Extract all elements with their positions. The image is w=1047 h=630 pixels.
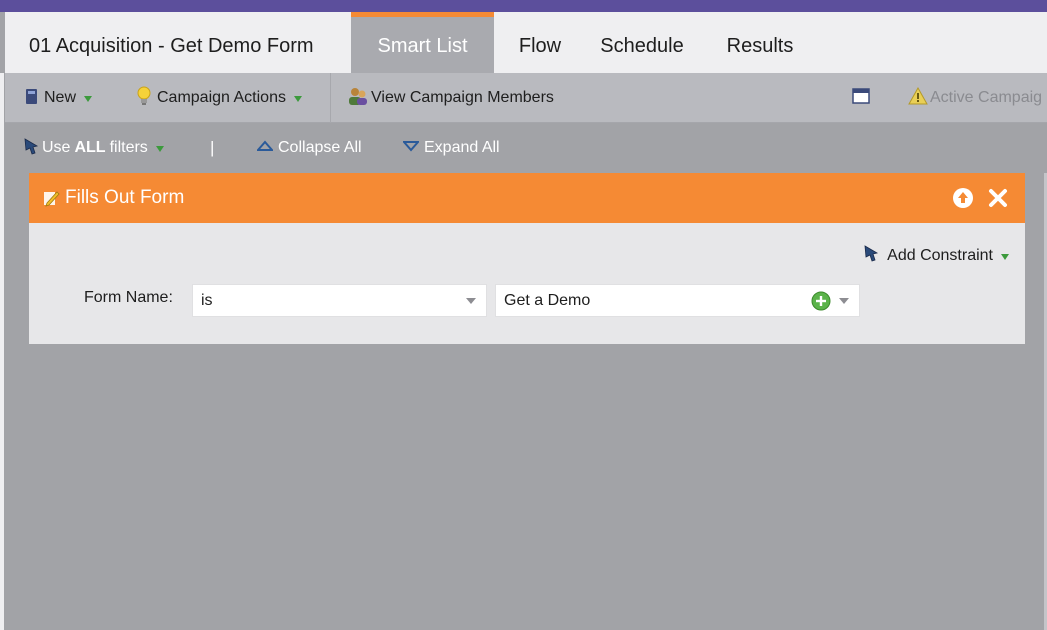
close-icon[interactable] (987, 187, 1009, 214)
expand-all-label: Expand All (424, 139, 500, 156)
use-all-filters-dropdown[interactable]: Use ALL filters (22, 124, 164, 172)
left-edge (0, 73, 4, 630)
expand-icon (401, 139, 421, 157)
tab-smart-list[interactable]: Smart List (351, 12, 494, 73)
campaign-actions-button[interactable]: Campaign Actions (136, 73, 302, 123)
tab-flow[interactable]: Flow (494, 12, 586, 73)
collapse-icon (255, 139, 275, 157)
use-all-suffix: filters (109, 139, 148, 156)
funnel-icon (862, 243, 882, 268)
expand-all-button[interactable]: Expand All (401, 124, 500, 172)
toolbar-divider (330, 73, 331, 123)
tab-bar: 01 Acquisition - Get Demo Form Smart Lis… (5, 12, 1047, 73)
chevron-down-icon (84, 96, 93, 102)
active-campaign-label: Active Campaig (930, 89, 1043, 106)
filter-card-header[interactable]: Fills Out Form (29, 173, 1025, 223)
new-button[interactable]: New (25, 73, 93, 123)
filter-card: Fills Out Form Add Constraint Form Name:… (29, 173, 1025, 344)
chevron-down-icon (466, 298, 476, 304)
campaign-title: 01 Acquisition - Get Demo Form (29, 35, 314, 57)
tab-results[interactable]: Results (698, 12, 822, 73)
form-value: Get a Demo (504, 291, 591, 309)
window-button[interactable] (852, 73, 870, 123)
toolbar: New Campaign Actions View Campaign Membe… (5, 73, 1047, 123)
filter-divider: | (210, 138, 215, 157)
view-campaign-members-label: View Campaign Members (371, 89, 554, 106)
warning-icon (908, 86, 928, 110)
add-constraint-button[interactable]: Add Constraint (862, 243, 1009, 268)
chevron-down-icon (839, 298, 849, 304)
tab-schedule[interactable]: Schedule (586, 12, 698, 73)
chevron-down-icon (155, 146, 164, 152)
collapse-all-label: Collapse All (278, 139, 362, 156)
window-icon (852, 87, 870, 110)
new-label: New (44, 89, 77, 106)
view-campaign-members-button[interactable]: View Campaign Members (347, 73, 554, 123)
collapse-all-button[interactable]: Collapse All (255, 124, 362, 172)
form-name-label: Form Name: (84, 289, 173, 306)
use-all-prefix: Use (42, 139, 71, 156)
use-all-bold: ALL (74, 139, 106, 156)
top-brand-bar (0, 0, 1047, 12)
operator-value: is (201, 291, 213, 309)
up-arrow-icon[interactable] (952, 187, 974, 214)
people-icon (347, 86, 369, 111)
add-constraint-label: Add Constraint (887, 246, 993, 264)
chevron-down-icon (293, 96, 302, 102)
filter-card-actions (952, 187, 1009, 214)
active-campaign-status: Active Campaig (908, 73, 1042, 123)
plus-circle-icon[interactable] (811, 291, 831, 311)
chevron-down-icon (1001, 253, 1009, 260)
operator-select[interactable]: is (192, 284, 487, 317)
new-icon (25, 87, 39, 110)
campaign-actions-label: Campaign Actions (157, 89, 286, 106)
lightbulb-icon (136, 86, 152, 111)
funnel-icon (22, 136, 42, 161)
filter-bar: Use ALL filters | Collapse All Expand Al… (5, 124, 1047, 172)
form-value-select[interactable]: Get a Demo (495, 284, 860, 317)
form-pencil-icon (41, 188, 61, 208)
filter-title: Fills Out Form (65, 187, 185, 208)
